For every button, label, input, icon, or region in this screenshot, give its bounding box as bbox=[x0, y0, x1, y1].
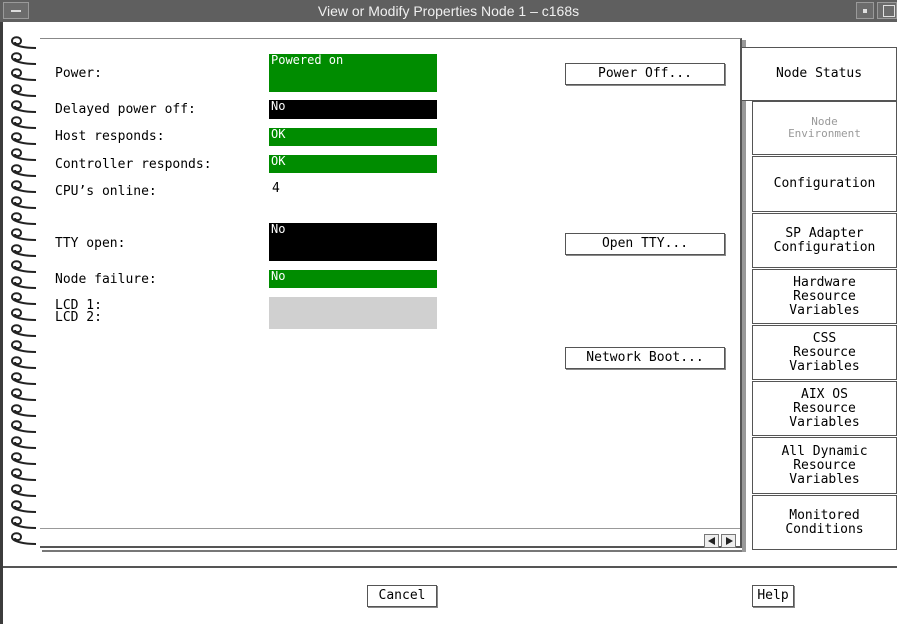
spiral-loop bbox=[10, 68, 37, 81]
delayed-power-off-status: No bbox=[269, 100, 437, 119]
spiral-loop bbox=[10, 372, 37, 385]
power-label: Power: bbox=[55, 66, 102, 81]
spiral-loop bbox=[10, 196, 37, 209]
node-failure-status: No bbox=[269, 270, 437, 288]
host-responds-label: Host responds: bbox=[55, 129, 165, 144]
tab-label: Node Environment bbox=[788, 115, 861, 140]
help-button[interactable]: Help bbox=[752, 585, 794, 607]
power-off-button[interactable]: Power Off... bbox=[565, 63, 725, 85]
page-shadow bbox=[742, 40, 746, 552]
tab-all-dynamic-resource-variables[interactable]: All Dynamic Resource Variables bbox=[752, 437, 897, 494]
spiral-loop bbox=[10, 388, 37, 401]
spiral-loop bbox=[10, 484, 37, 497]
page-shadow bbox=[42, 550, 746, 552]
spiral-loop bbox=[10, 52, 37, 65]
page-divider bbox=[40, 528, 740, 529]
controller-responds-status: OK bbox=[269, 155, 437, 173]
tab-monitored-conditions[interactable]: Monitored Conditions bbox=[752, 495, 897, 550]
lcd-2-label: LCD 2: bbox=[55, 310, 102, 325]
network-boot-button[interactable]: Network Boot... bbox=[565, 347, 725, 369]
spiral-loop bbox=[10, 308, 37, 321]
spiral-loop bbox=[10, 324, 37, 337]
spiral-loop bbox=[10, 468, 37, 481]
scroll-left-arrow-icon[interactable] bbox=[704, 534, 719, 548]
controller-responds-label: Controller responds: bbox=[55, 157, 212, 172]
scroll-right-arrow-icon[interactable] bbox=[721, 534, 736, 548]
tab-node-environment: Node Environment bbox=[752, 101, 897, 155]
delayed-power-off-label: Delayed power off: bbox=[55, 102, 196, 117]
spiral-loop bbox=[10, 100, 37, 113]
spiral-loop bbox=[10, 260, 37, 273]
spiral-loop bbox=[10, 84, 37, 97]
tab-label: All Dynamic Resource Variables bbox=[781, 443, 868, 487]
tty-open-status: No bbox=[269, 223, 437, 261]
spiral-loop bbox=[10, 356, 37, 369]
spiral-loop bbox=[10, 244, 37, 257]
spiral-loop bbox=[10, 164, 37, 177]
spiral-loop bbox=[10, 452, 37, 465]
spiral-loop bbox=[10, 404, 37, 417]
tab-node-status[interactable]: Node Status bbox=[742, 47, 897, 101]
tab-sp-adapter-configuration[interactable]: SP Adapter Configuration bbox=[752, 213, 897, 268]
spiral-loop bbox=[10, 292, 37, 305]
spiral-loop bbox=[10, 340, 37, 353]
tab-label: Node Status bbox=[775, 66, 863, 81]
tab-hardware-resource-variables[interactable]: Hardware Resource Variables bbox=[752, 269, 897, 324]
cpus-online-value: 4 bbox=[272, 181, 280, 196]
minimize-button[interactable] bbox=[856, 2, 874, 19]
tab-label: SP Adapter Configuration bbox=[773, 225, 876, 255]
tab-label: AIX OS Resource Variables bbox=[789, 386, 860, 430]
spiral-loop bbox=[10, 516, 37, 529]
spiral-loop bbox=[10, 228, 37, 241]
host-responds-status: OK bbox=[269, 128, 437, 146]
window-title: View or Modify Properties Node 1 – c168s bbox=[317, 3, 580, 19]
spiral-loop bbox=[10, 500, 37, 513]
spiral-loop bbox=[10, 532, 37, 545]
spiral-loop bbox=[10, 276, 37, 289]
spiral-loop bbox=[10, 132, 37, 145]
spiral-loop bbox=[10, 116, 37, 129]
spiral-loop bbox=[10, 180, 37, 193]
power-status: Powered on bbox=[269, 54, 437, 92]
tab-css-resource-variables[interactable]: CSS Resource Variables bbox=[752, 325, 897, 380]
spiral-loop bbox=[10, 212, 37, 225]
spiral-loop bbox=[10, 36, 37, 49]
tty-open-label: TTY open: bbox=[55, 236, 126, 251]
tab-label: Hardware Resource Variables bbox=[789, 274, 860, 318]
cpus-online-label: CPU’s online: bbox=[55, 184, 157, 199]
tab-label: Monitored Conditions bbox=[785, 507, 864, 537]
spiral-loop bbox=[10, 420, 37, 433]
maximize-button[interactable] bbox=[877, 2, 897, 19]
lcd-display bbox=[269, 297, 437, 329]
tab-label: Configuration bbox=[773, 176, 876, 191]
node-failure-label: Node failure: bbox=[55, 272, 157, 287]
notebook-spiral-binding bbox=[6, 36, 38, 554]
spiral-loop bbox=[10, 436, 37, 449]
spiral-loop bbox=[10, 148, 37, 161]
title-bar[interactable]: View or Modify Properties Node 1 – c168s bbox=[0, 0, 897, 23]
cancel-button[interactable]: Cancel bbox=[367, 585, 437, 607]
tab-configuration[interactable]: Configuration bbox=[752, 156, 897, 212]
tab-aix-os-resource-variables[interactable]: AIX OS Resource Variables bbox=[752, 381, 897, 436]
open-tty-button[interactable]: Open TTY... bbox=[565, 233, 725, 255]
tab-label: CSS Resource Variables bbox=[789, 330, 860, 374]
button-bar-separator bbox=[3, 566, 897, 568]
